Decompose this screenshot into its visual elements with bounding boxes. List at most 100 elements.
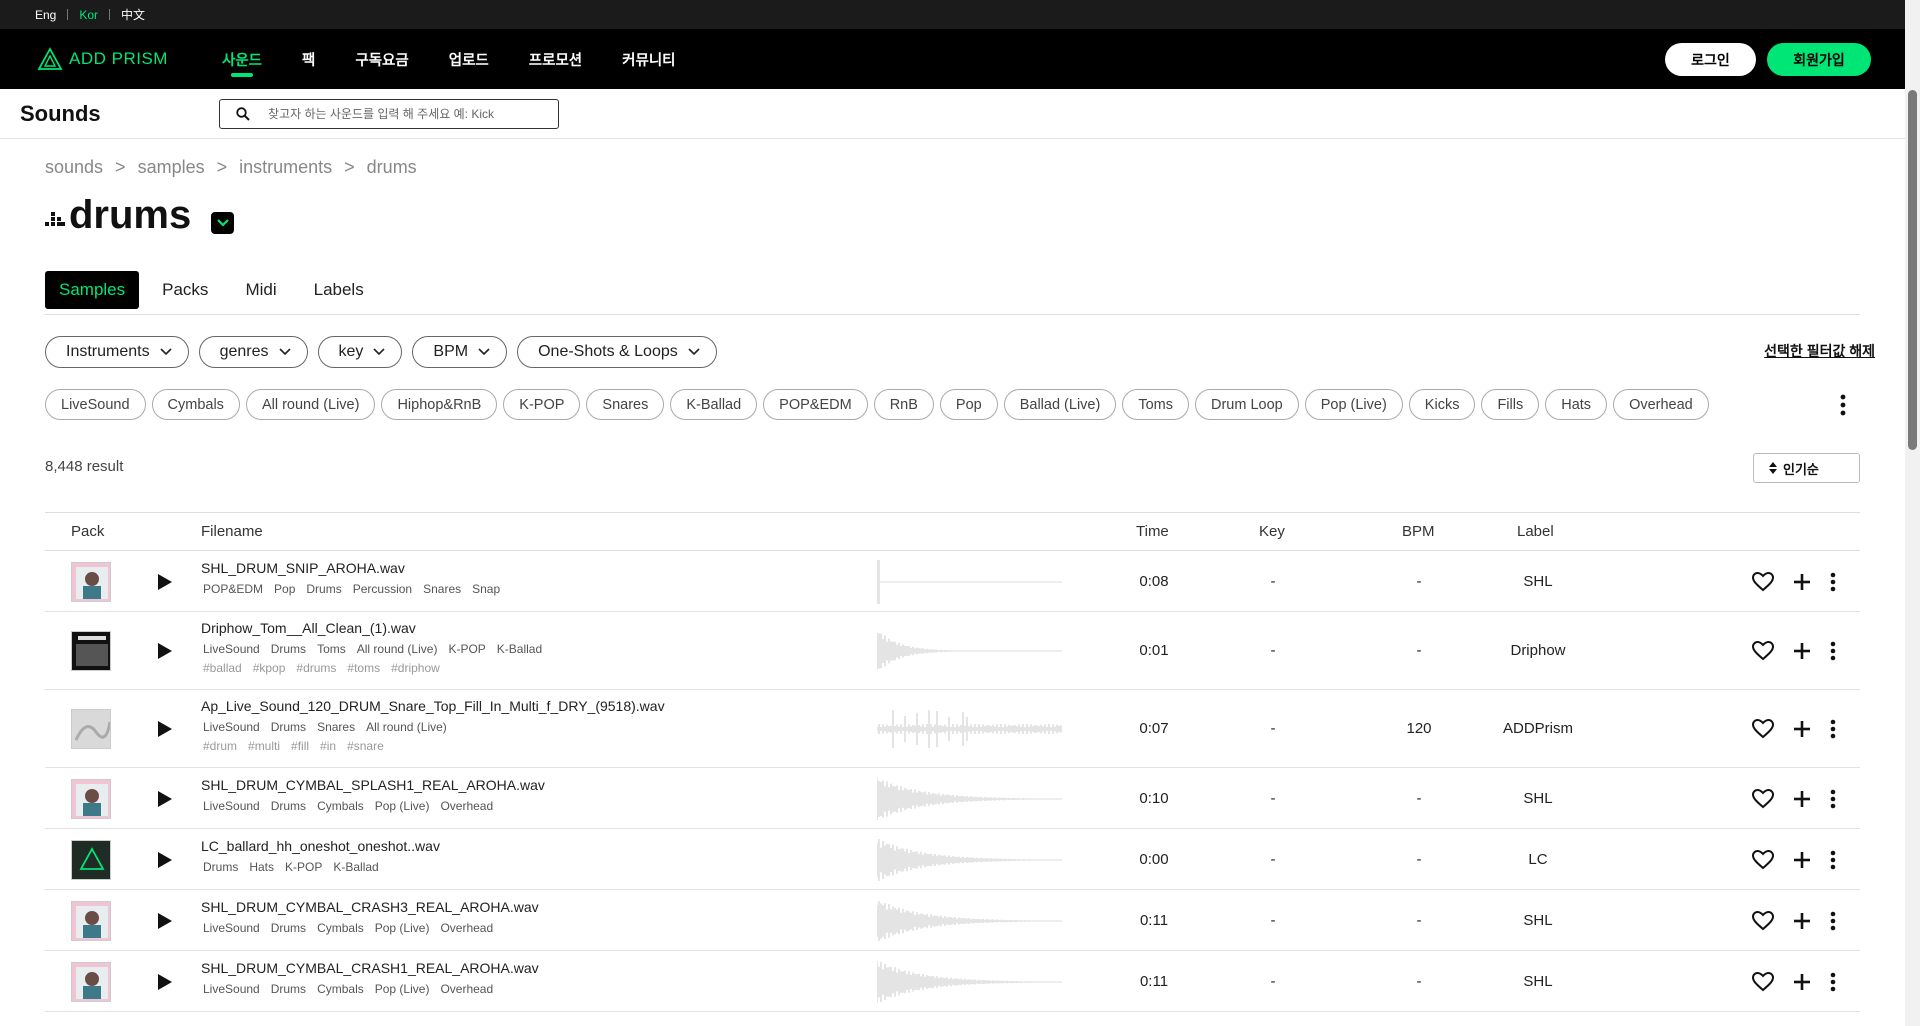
sample-tag[interactable]: Pop <box>274 582 295 596</box>
sample-filename[interactable]: Driphow_Tom__All_Clean_(1).wav <box>201 620 416 636</box>
tag-chip[interactable]: Kicks <box>1408 389 1476 420</box>
tag-chip[interactable]: Overhead <box>1613 389 1709 420</box>
sample-tag[interactable]: Snap <box>472 582 500 596</box>
play-icon[interactable] <box>157 720 173 738</box>
nav-item-promotion[interactable]: 프로모션 <box>529 29 582 89</box>
sample-tag[interactable]: All round (Live) <box>366 720 447 734</box>
clear-filters-link[interactable]: 선택한 필터값 해제 <box>1764 341 1875 361</box>
lang-chinese[interactable]: 中文 <box>110 6 156 23</box>
sample-tag[interactable]: LiveSound <box>203 720 260 734</box>
play-icon[interactable] <box>157 973 173 991</box>
waveform[interactable] <box>877 836 1063 884</box>
sample-tag[interactable]: Pop (Live) <box>375 982 430 996</box>
page-scrollbar[interactable] <box>1905 0 1920 1026</box>
table-row[interactable]: SHL_DRUM_CYMBAL_CRASH3_REAL_AROHA.wav Liv… <box>45 890 1860 951</box>
heart-icon[interactable] <box>1751 787 1775 811</box>
tag-chip[interactable]: Pop <box>939 389 998 420</box>
play-icon[interactable] <box>157 573 173 591</box>
waveform[interactable] <box>877 558 1063 606</box>
pack-cover[interactable] <box>71 561 111 602</box>
waveform[interactable] <box>877 958 1063 1006</box>
filter-genres[interactable]: genres <box>198 336 308 368</box>
sample-tag[interactable]: Cymbals <box>317 921 364 935</box>
tag-chip[interactable]: POP&EDM <box>763 389 868 420</box>
sample-label[interactable]: SHL <box>1488 973 1588 990</box>
nav-item-community[interactable]: 커뮤니티 <box>622 29 675 89</box>
sample-tag[interactable]: Snares <box>317 720 355 734</box>
sample-tag[interactable]: Cymbals <box>317 799 364 813</box>
tab-labels[interactable]: Labels <box>300 271 378 309</box>
more-vertical-icon[interactable] <box>1821 848 1845 872</box>
table-row[interactable]: Ap_Live_Sound_120_DRUM_Snare_Top_Fill_In… <box>45 690 1860 768</box>
hashtag[interactable]: #kpop <box>253 661 286 675</box>
sample-label[interactable]: SHL <box>1488 912 1588 929</box>
add-icon[interactable] <box>1790 848 1814 872</box>
more-vertical-icon[interactable] <box>1821 639 1845 663</box>
tag-chip[interactable]: Snares <box>586 389 665 420</box>
hashtag[interactable]: #ballad <box>203 661 242 675</box>
tab-midi[interactable]: Midi <box>231 271 290 309</box>
filter-key[interactable]: key <box>317 336 403 368</box>
sample-tag[interactable]: LiveSound <box>203 642 260 656</box>
tag-chip[interactable]: Fills <box>1481 389 1540 420</box>
play-icon[interactable] <box>157 642 173 660</box>
sample-label[interactable]: Driphow <box>1488 642 1588 659</box>
sample-label[interactable]: SHL <box>1488 573 1588 590</box>
tag-chip[interactable]: K-POP <box>503 389 581 420</box>
table-row[interactable]: LC_ballard_hh_oneshot_oneshot..wav Drums H… <box>45 829 1860 890</box>
hashtag[interactable]: #drums <box>296 661 336 675</box>
nav-item-upload[interactable]: 업로드 <box>449 29 489 89</box>
sample-tag[interactable]: Drums <box>271 799 306 813</box>
tab-samples[interactable]: Samples <box>45 271 140 309</box>
tag-chip[interactable]: All round (Live) <box>245 389 376 420</box>
play-icon[interactable] <box>157 912 173 930</box>
more-vertical-icon[interactable] <box>1821 717 1845 741</box>
more-vertical-icon[interactable] <box>1821 570 1845 594</box>
waveform[interactable] <box>877 627 1063 675</box>
sort-dropdown[interactable]: 인기순 <box>1753 453 1860 483</box>
tag-chip[interactable]: RnB <box>873 389 934 420</box>
hashtag[interactable]: #driphow <box>391 661 440 675</box>
tab-packs[interactable]: Packs <box>148 271 222 309</box>
signup-button[interactable]: 회원가입 <box>1767 43 1871 76</box>
tag-chip[interactable]: K-Ballad <box>670 389 758 420</box>
pack-cover[interactable] <box>71 778 111 819</box>
lang-eng[interactable]: Eng <box>35 8 67 22</box>
sample-tag[interactable]: Drums <box>271 982 306 996</box>
pack-cover[interactable] <box>71 839 111 880</box>
sample-tag[interactable]: Snares <box>423 582 461 596</box>
sample-filename[interactable]: Ap_Live_Sound_120_DRUM_Snare_Top_Fill_In… <box>201 698 665 714</box>
heart-icon[interactable] <box>1751 717 1775 741</box>
breadcrumb-sounds[interactable]: sounds <box>45 157 103 178</box>
sample-tag[interactable]: LiveSound <box>203 921 260 935</box>
sample-tag[interactable]: Hats <box>249 860 274 874</box>
add-icon[interactable] <box>1790 970 1814 994</box>
sample-filename[interactable]: SHL_DRUM_CYMBAL_CRASH1_REAL_AROHA.wav <box>201 960 539 976</box>
login-button[interactable]: 로그인 <box>1665 43 1756 76</box>
nav-item-sounds[interactable]: 사운드 <box>222 29 262 89</box>
tag-chip[interactable]: LiveSound <box>45 389 146 420</box>
category-dropdown-button[interactable] <box>211 211 235 234</box>
sample-tag[interactable]: Pop (Live) <box>375 921 430 935</box>
sample-tag[interactable]: LiveSound <box>203 799 260 813</box>
sample-tag[interactable]: Overhead <box>440 921 493 935</box>
heart-icon[interactable] <box>1751 970 1775 994</box>
sample-tag[interactable]: Drums <box>271 642 306 656</box>
play-icon[interactable] <box>157 790 173 808</box>
tag-chip[interactable]: Hats <box>1545 389 1608 420</box>
scrollbar-thumb[interactable] <box>1908 90 1917 450</box>
sample-filename[interactable]: LC_ballard_hh_oneshot_oneshot..wav <box>201 838 440 854</box>
hashtag[interactable]: #multi <box>248 739 280 753</box>
sample-tag[interactable]: LiveSound <box>203 982 260 996</box>
hashtag[interactable]: #in <box>320 739 336 753</box>
pack-cover[interactable] <box>71 900 111 941</box>
breadcrumb-instruments[interactable]: instruments <box>239 157 332 178</box>
sample-tag[interactable]: Drums <box>203 860 238 874</box>
add-icon[interactable] <box>1790 787 1814 811</box>
sample-tag[interactable]: Toms <box>317 642 346 656</box>
heart-icon[interactable] <box>1751 639 1775 663</box>
brand-logo[interactable]: ADD PRISM <box>37 47 222 71</box>
lang-kor[interactable]: Kor <box>68 8 109 22</box>
sample-tag[interactable]: Overhead <box>440 982 493 996</box>
table-row[interactable]: Driphow_Tom__All_Clean_(1).wav LiveSound D… <box>45 612 1860 690</box>
